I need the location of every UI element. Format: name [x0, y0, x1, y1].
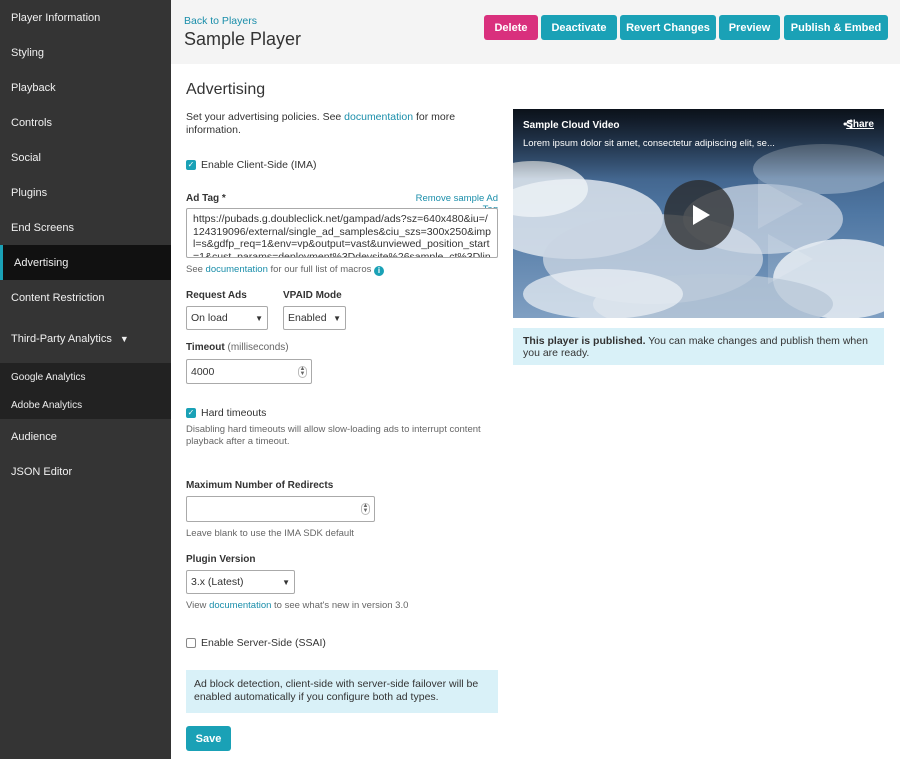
- sidebar-item-label: Playback: [11, 81, 56, 94]
- max-redirects-label: Maximum Number of Redirects: [186, 480, 334, 491]
- ssai-info-note: Ad block detection, client-side with ser…: [186, 670, 498, 713]
- sidebar-item-label: Audience: [11, 430, 57, 443]
- ad-tag-label: Ad Tag *: [186, 193, 226, 204]
- sidebar-item-audience[interactable]: Audience: [0, 419, 171, 454]
- client-side-row: ✓ Enable Client-Side (IMA): [186, 159, 317, 171]
- sidebar-item-label: Plugins: [11, 186, 48, 199]
- dropdown-arrow-icon: ▼: [282, 577, 290, 587]
- play-button[interactable]: [664, 180, 734, 250]
- vpaid-mode-select[interactable]: Enabled ▼: [283, 306, 346, 330]
- client-side-checkbox[interactable]: ✓: [186, 160, 196, 170]
- video-description: Lorem ipsum dolor sit amet, consectetur …: [523, 138, 775, 149]
- sidebar-item-label: Styling: [11, 46, 45, 59]
- timeout-label: Timeout (milliseconds): [186, 342, 289, 353]
- published-status-bold: This player is published.: [523, 335, 646, 347]
- video-preview[interactable]: Sample Cloud Video Lorem ipsum dolor sit…: [513, 109, 884, 318]
- sidebar-item-content-restriction[interactable]: Content Restriction: [0, 280, 171, 315]
- ad-tag-textarea[interactable]: https://pubads.g.doubleclick.net/gampad/…: [186, 208, 498, 258]
- timeout-unit: (milliseconds): [227, 342, 289, 353]
- server-side-label: Enable Server-Side (SSAI): [201, 637, 326, 649]
- plugin-documentation-link[interactable]: documentation: [209, 600, 271, 611]
- sidebar-subitem-adobe-analytics[interactable]: Adobe Analytics: [0, 391, 171, 419]
- max-redirects-input[interactable]: ▲ ▼: [186, 496, 375, 522]
- revert-changes-button[interactable]: Revert Changes: [620, 15, 716, 40]
- sidebar-item-label: Adobe Analytics: [11, 399, 83, 411]
- macros-help-pre: See: [186, 264, 206, 275]
- vpaid-mode-value: Enabled: [288, 312, 327, 324]
- macros-documentation-link[interactable]: documentation: [206, 264, 268, 275]
- save-button[interactable]: Save: [186, 726, 231, 751]
- hard-timeouts-help: Disabling hard timeouts will allow slow-…: [186, 424, 481, 447]
- deactivate-button[interactable]: Deactivate: [541, 15, 617, 40]
- plugin-help-pre: View: [186, 600, 210, 611]
- section-title: Advertising: [186, 81, 266, 98]
- timeout-input[interactable]: 4000 ▲ ▼: [186, 359, 312, 384]
- vpaid-mode-label: VPAID Mode: [283, 290, 342, 301]
- intro-documentation-link[interactable]: documentation: [344, 111, 413, 123]
- server-side-row: Enable Server-Side (SSAI): [186, 637, 326, 649]
- dropdown-arrow-icon: ▼: [333, 313, 341, 323]
- plugin-version-value: 3.x (Latest): [191, 576, 244, 588]
- sidebar-item-social[interactable]: Social: [0, 140, 171, 175]
- sidebar-item-label: JSON Editor: [11, 465, 73, 478]
- intro-text: Set your advertising policies. See docum…: [186, 111, 476, 137]
- sidebar-item-label: Content Restriction: [11, 291, 105, 304]
- publish-embed-button[interactable]: Publish & Embed: [784, 15, 888, 40]
- page-title: Sample Player: [184, 29, 302, 49]
- sidebar-item-end-screens[interactable]: End Screens: [0, 210, 171, 245]
- sidebar: Player Information Styling Playback Cont…: [0, 0, 171, 759]
- hard-timeouts-label: Hard timeouts: [201, 407, 267, 419]
- play-icon: [693, 205, 710, 225]
- sidebar-item-label: Google Analytics: [11, 371, 86, 383]
- hard-timeouts-row: ✓ Hard timeouts: [186, 407, 266, 419]
- request-ads-select[interactable]: On load ▼: [186, 306, 268, 330]
- video-title: Sample Cloud Video: [523, 120, 620, 131]
- dropdown-arrow-icon: ▼: [255, 313, 263, 323]
- sidebar-item-label: Advertising: [14, 256, 69, 269]
- stepper-icon[interactable]: ▲ ▼: [361, 503, 370, 515]
- server-side-checkbox[interactable]: [186, 638, 196, 648]
- plugin-version-help: View documentation to see what's new in …: [186, 600, 408, 612]
- sidebar-item-label: Player Information: [11, 11, 101, 24]
- published-status-note: This player is published. You can make c…: [513, 328, 884, 365]
- plugin-version-select[interactable]: 3.x (Latest) ▼: [186, 570, 295, 594]
- sidebar-item-third-party-analytics[interactable]: Third-Party Analytics ▼: [0, 315, 171, 363]
- back-to-players-link[interactable]: Back to Players: [184, 15, 257, 27]
- share-button[interactable]: Share: [843, 119, 874, 130]
- timeout-label-text: Timeout: [186, 342, 225, 353]
- sidebar-item-label: Social: [11, 151, 41, 164]
- hard-timeouts-checkbox[interactable]: ✓: [186, 408, 196, 418]
- analytics-submenu: Google Analytics Adobe Analytics: [0, 363, 171, 419]
- sidebar-item-playback[interactable]: Playback: [0, 70, 171, 105]
- request-ads-label: Request Ads: [186, 290, 247, 301]
- preview-button[interactable]: Preview: [719, 15, 780, 40]
- sidebar-item-label: Controls: [11, 116, 52, 129]
- info-icon[interactable]: i: [374, 266, 384, 276]
- sidebar-item-player-information[interactable]: Player Information: [0, 0, 171, 35]
- plugin-version-label: Plugin Version: [186, 554, 256, 565]
- sidebar-subitem-google-analytics[interactable]: Google Analytics: [0, 363, 171, 391]
- timeout-value: 4000: [191, 365, 215, 378]
- sidebar-item-controls[interactable]: Controls: [0, 105, 171, 140]
- caret-down-icon: ▼: [119, 334, 129, 344]
- sidebar-item-advertising[interactable]: Advertising: [0, 245, 171, 280]
- page-header: Back to Players Sample Player Delete Dea…: [171, 0, 900, 64]
- client-side-label: Enable Client-Side (IMA): [201, 159, 317, 171]
- sidebar-item-styling[interactable]: Styling: [0, 35, 171, 70]
- delete-button[interactable]: Delete: [484, 15, 538, 40]
- sidebar-item-json-editor[interactable]: JSON Editor: [0, 454, 171, 489]
- plugin-help-post: to see what's new in version 3.0: [271, 600, 409, 611]
- stepper-icon[interactable]: ▲ ▼: [298, 365, 307, 378]
- macros-help: See documentation for our full list of m…: [186, 264, 384, 276]
- sidebar-item-plugins[interactable]: Plugins: [0, 175, 171, 210]
- macros-help-post: for our full list of macros: [267, 264, 372, 275]
- intro-text-pre: Set your advertising policies. See: [186, 111, 345, 123]
- max-redirects-help: Leave blank to use the IMA SDK default: [186, 528, 354, 539]
- request-ads-value: On load: [191, 312, 228, 324]
- sidebar-item-label: End Screens: [11, 221, 74, 234]
- sidebar-item-label: Third-Party Analytics: [11, 333, 112, 345]
